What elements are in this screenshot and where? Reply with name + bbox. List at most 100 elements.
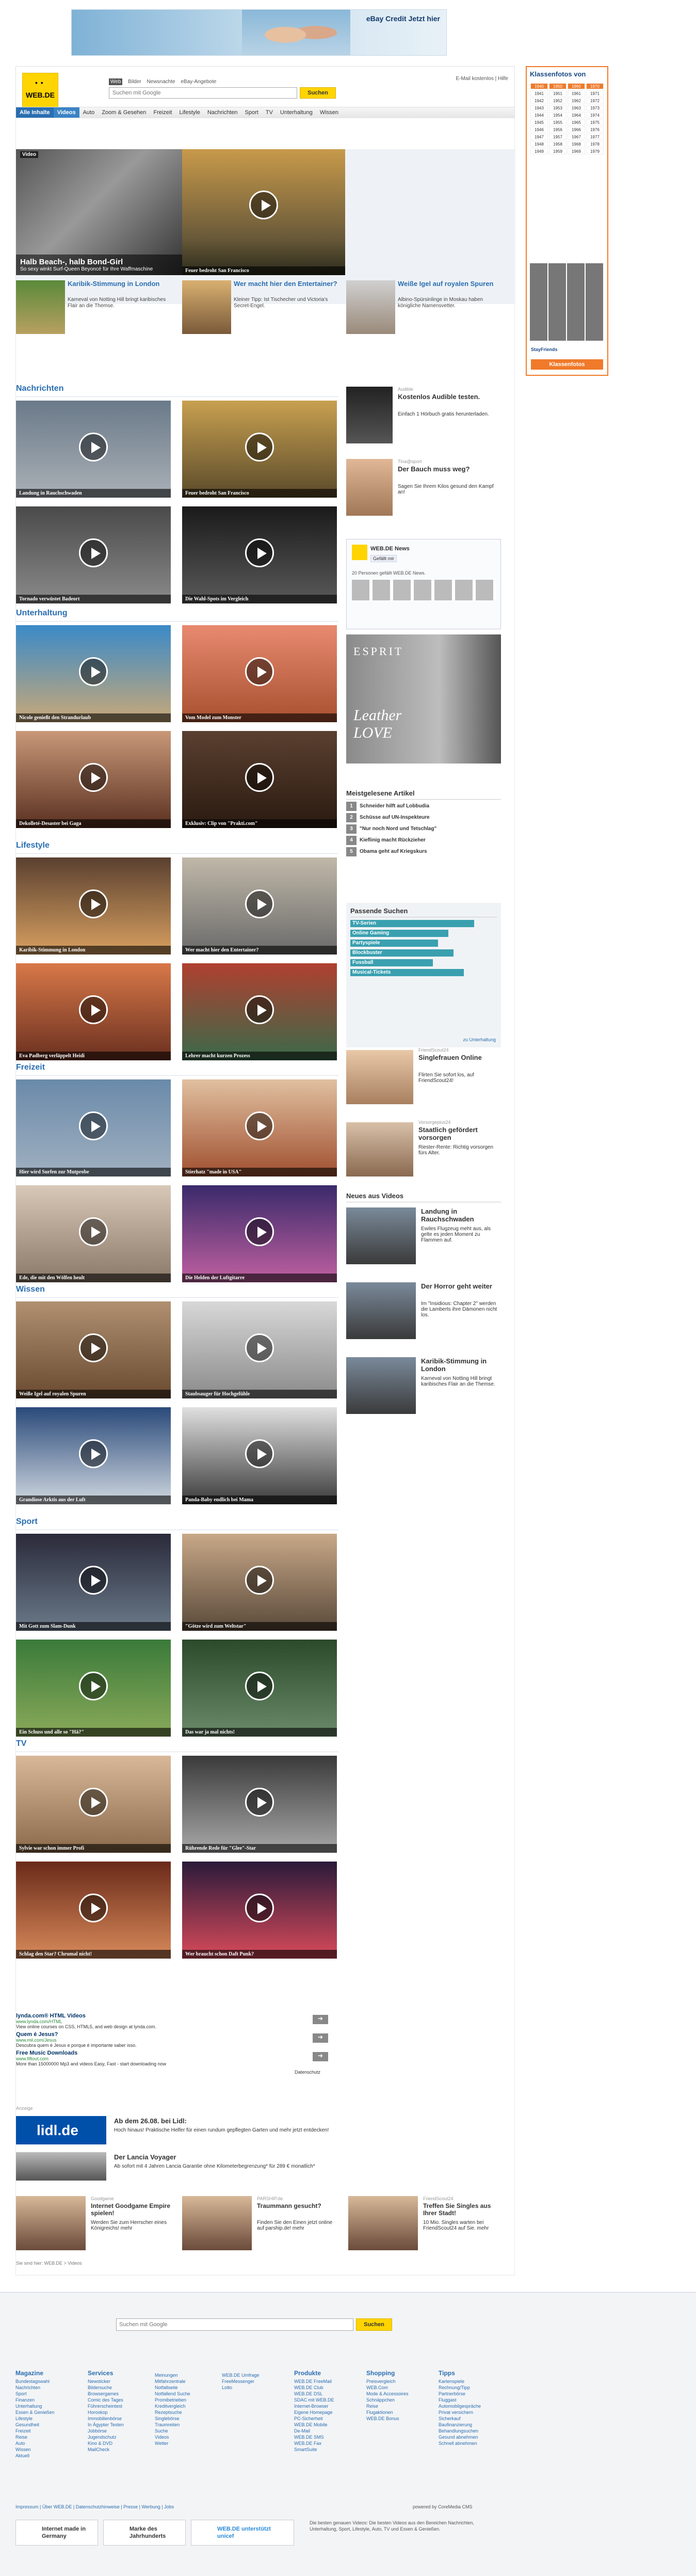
year-cell[interactable]: 1979	[586, 148, 604, 154]
ad-lancia[interactable]: Der Lancia Voyager Ab sofort mit 4 Jahre…	[16, 2152, 346, 2184]
footer-link[interactable]: Promibetrieben	[155, 2397, 222, 2403]
year-cell[interactable]: 1943	[530, 105, 548, 111]
footer-link[interactable]: Lifestyle	[15, 2415, 83, 2422]
teaser-card[interactable]: Weiße Igel auf royalen Spuren Albino-Spü…	[346, 280, 504, 337]
footer-link[interactable]: Fluggast	[439, 2397, 506, 2403]
skyscraper-ad[interactable]: Klassenfotos von 1940 1950 1960 1970 1941 195…	[526, 66, 608, 376]
footer-link[interactable]: SDAC mit WEB.DE	[294, 2397, 361, 2403]
video-thumb[interactable]: Ede, die mit den Wölfen heult	[16, 1185, 171, 1282]
suggest-item[interactable]: TV-Serien	[350, 920, 474, 927]
footer-link[interactable]: Preisvergleich	[366, 2378, 433, 2384]
footer-link[interactable]: Essen & Genießen	[15, 2409, 83, 2415]
bottom-ad[interactable]: Goodgame Internet Goodgame Empire spielen…	[16, 2196, 176, 2253]
news-headline[interactable]: Landung in Rauchschwaden	[421, 1207, 498, 1223]
play-icon[interactable]	[79, 1333, 108, 1362]
footer-link[interactable]: Traumreiten	[155, 2422, 222, 2428]
most-read-item[interactable]: 2 Schüsse auf UN-Inspekteure	[346, 813, 501, 822]
year-cell[interactable]: 1972	[586, 98, 604, 104]
year-cell[interactable]: 1964	[568, 112, 585, 118]
search-input[interactable]: Suchen mit Google	[109, 87, 297, 99]
year-cell[interactable]: 1978	[586, 141, 604, 147]
year-cell[interactable]: 1951	[549, 90, 566, 97]
footer-link[interactable]: Bildersuche	[88, 2384, 155, 2391]
year-cell[interactable]: 1945	[530, 119, 548, 125]
section-title-lifestyle[interactable]: Lifestyle	[16, 841, 338, 854]
footer-link[interactable]: Suche	[155, 2428, 222, 2434]
play-icon[interactable]	[245, 1439, 274, 1468]
suggest-item[interactable]: Blockbuster	[350, 949, 454, 957]
footer-link[interactable]: Aktuell	[15, 2453, 83, 2459]
ad-title[interactable]: Ab dem 26.08. bei Lidl:	[114, 2117, 187, 2125]
year-cell[interactable]: 1961	[568, 90, 585, 97]
teaser-card[interactable]: Wer macht hier den Entertainer? Kleiner …	[182, 280, 339, 337]
ad-title[interactable]: Treffen Sie Singles aus Ihrer Stadt!	[423, 2202, 506, 2217]
breadcrumb[interactable]: Sie sind hier: WEB.DE > Videos	[16, 2261, 82, 2266]
year-cell[interactable]: 1960	[568, 83, 585, 89]
video-thumb[interactable]: Mit Gott zum Slam-Dunk	[16, 1534, 171, 1631]
video-thumb[interactable]: Hier wird Surfen zur Mutprobe	[16, 1079, 171, 1176]
arrow-right-icon[interactable]: ➔	[313, 2015, 328, 2024]
footer-link[interactable]: Kino & DVD	[88, 2440, 155, 2446]
nav-wissen[interactable]: Wissen	[316, 107, 342, 118]
footer-link[interactable]: WEB.DE Fax	[294, 2440, 361, 2446]
video-thumb[interactable]: Die Helden der Luftgitarre	[182, 1185, 337, 1282]
text-ad-url[interactable]: www.lynda.com/HTML	[16, 2019, 336, 2024]
play-icon[interactable]	[79, 538, 108, 567]
video-thumb[interactable]: Panda-Baby endlich bei Mama	[182, 1407, 337, 1504]
footer-link[interactable]: Jugendschutz	[88, 2434, 155, 2440]
year-cell[interactable]: 1958	[549, 141, 566, 147]
video-thumb[interactable]: Nicole genießt den Strandurlaub	[16, 625, 171, 722]
footer-link[interactable]: Browsergames	[88, 2391, 155, 2397]
video-thumb[interactable]: Wer macht hier den Entertainer?	[182, 857, 337, 955]
bottom-ad[interactable]: FriendScout24 Treffen Sie Singles aus Ihr…	[348, 2196, 508, 2253]
play-icon[interactable]	[245, 433, 274, 462]
video-thumb[interactable]: Sylvie war schon immer Profi	[16, 1756, 171, 1853]
footer-link[interactable]: WEB.DE Umfrage	[222, 2372, 289, 2378]
most-read-item[interactable]: 1 Schneider hilft auf Lobbudia	[346, 802, 501, 811]
year-cell[interactable]: 1953	[549, 105, 566, 111]
footer-link[interactable]: Schnell abnehmen	[439, 2440, 506, 2446]
footer-links[interactable]: Impressum | Über WEB.DE | Datenschutzhin…	[15, 2504, 174, 2509]
nav-sport[interactable]: Sport	[241, 107, 262, 118]
section-title-freizeit[interactable]: Freizeit	[16, 1063, 339, 1076]
video-thumb[interactable]: Exklusiv: Clip von "Prakti.com"	[182, 731, 337, 828]
year-cell[interactable]: 1946	[530, 126, 548, 133]
suggest-item[interactable]: Fussball	[350, 959, 433, 966]
section-title-unterhaltung[interactable]: Unterhaltung	[16, 609, 337, 622]
year-cell[interactable]: 1977	[586, 134, 604, 140]
ad-title[interactable]: Der Bauch muss weg?	[398, 465, 496, 473]
suggest-item[interactable]: Online Gaming	[350, 930, 448, 937]
news-item[interactable]: Der Horror geht weiter Im "Insidious: Cha…	[346, 1282, 501, 1352]
footer-link[interactable]: Horoskop	[88, 2409, 155, 2415]
footer-link[interactable]: Jobbörse	[88, 2428, 155, 2434]
play-icon[interactable]	[245, 1894, 274, 1922]
footer-link[interactable]: Meinungen	[155, 2372, 222, 2378]
play-icon[interactable]	[245, 1111, 274, 1140]
video-thumb[interactable]: Wer braucht schon Daft Punk?	[182, 1862, 337, 1959]
footer-link[interactable]: WEB.DE Club	[294, 2384, 361, 2391]
footer-link[interactable]: Finanzen	[15, 2397, 83, 2403]
text-ad[interactable]: Quem é Jesus? www.mil.com/Jesus Descubra q…	[16, 2031, 336, 2050]
tab-web[interactable]: Web	[109, 78, 123, 85]
year-cell[interactable]: 1952	[549, 98, 566, 104]
footer-link[interactable]: Rechnung/Tipp	[439, 2384, 506, 2391]
teaser-title[interactable]: Karibik-Stimmung in London	[68, 280, 159, 288]
play-icon[interactable]	[79, 763, 108, 792]
footer-link[interactable]: Videos	[155, 2434, 222, 2440]
video-thumb[interactable]: Dekolleté-Desaster bei Gaga	[16, 731, 171, 828]
video-thumb[interactable]: Karibik-Stimmung in London	[16, 857, 171, 955]
year-cell[interactable]: 1963	[568, 105, 585, 111]
news-headline[interactable]: Karibik-Stimmung in London	[421, 1357, 498, 1373]
year-cell[interactable]: 1956	[549, 126, 566, 133]
play-icon[interactable]	[245, 657, 274, 686]
footer-link[interactable]: In Ägypter Testen	[88, 2422, 155, 2428]
play-icon[interactable]	[245, 1788, 274, 1817]
footer-link[interactable]: Gesund abnehmen	[439, 2434, 506, 2440]
search-button[interactable]: Suchen	[300, 87, 336, 99]
nav-tv[interactable]: TV	[262, 107, 277, 118]
video-thumb[interactable]: Weiße Igel auf royalen Spuren	[16, 1301, 171, 1398]
video-thumb[interactable]: Ein Schuss und alle so "Hä?"	[16, 1640, 171, 1737]
year-cell[interactable]: 1940	[530, 83, 548, 89]
teaser-card[interactable]: Karibik-Stimmung in London Karneval von …	[16, 280, 173, 337]
ad-title[interactable]: Der Lancia Voyager	[114, 2153, 176, 2161]
